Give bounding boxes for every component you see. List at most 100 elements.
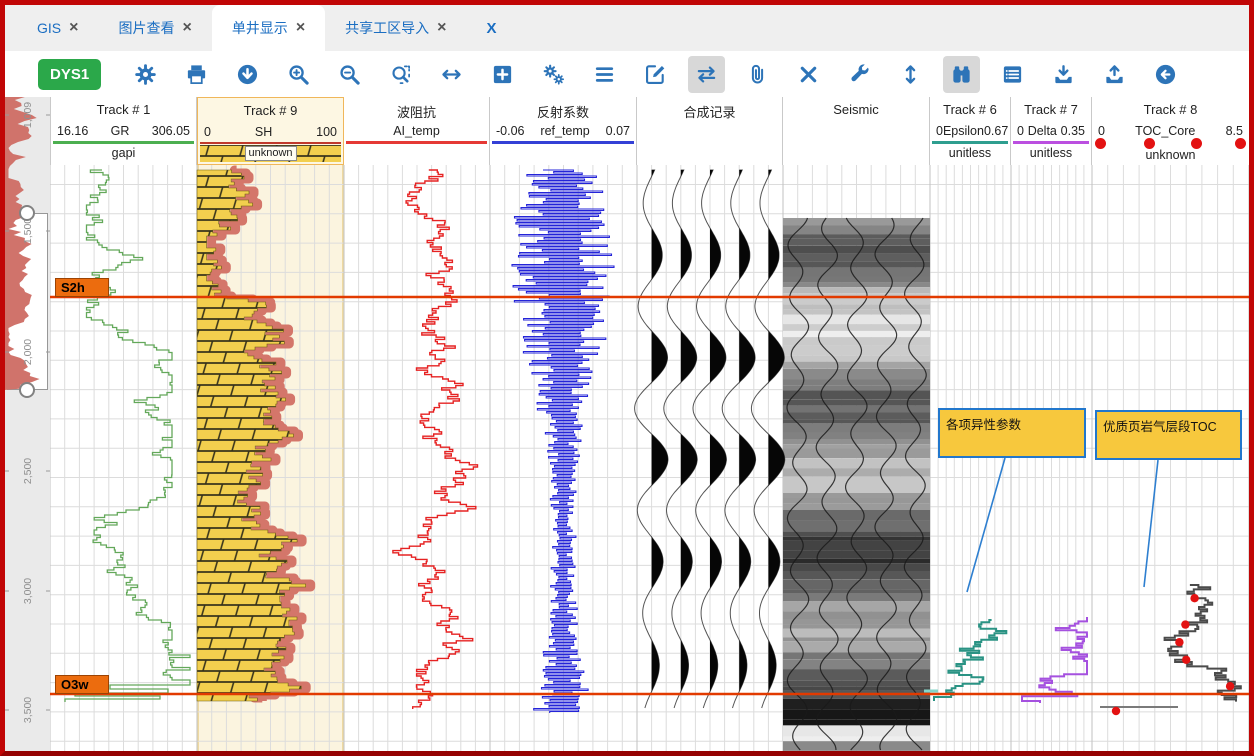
toc-core-point: [1112, 707, 1120, 715]
marker-dots: [1092, 140, 1249, 146]
lithology-label: unknown: [244, 146, 296, 161]
track-header-toc[interactable]: Track # 8 0TOC_Core8.5 unknown: [1092, 97, 1249, 165]
track-title: 反射系数: [490, 102, 636, 122]
track-title: Track # 8: [1092, 102, 1249, 122]
scale-min: 0: [204, 125, 211, 139]
menu-icon[interactable]: [586, 56, 623, 93]
tab-close-icon[interactable]: ×: [296, 20, 305, 36]
synthetic-trace-fill: [681, 170, 697, 708]
synthetic-trace-fill: [768, 170, 784, 708]
ref-curve: [512, 170, 614, 713]
toc-core-point: [1182, 656, 1190, 664]
binoculars-icon[interactable]: [943, 56, 980, 93]
depth-label: 2,000: [22, 332, 34, 372]
gears-icon[interactable]: [535, 56, 572, 93]
zoom-in-icon[interactable]: [280, 56, 317, 93]
unit-label: gapi: [51, 144, 196, 162]
depth-label: 3,000: [22, 571, 34, 611]
tab-close-icon[interactable]: ×: [182, 20, 191, 36]
well-selector-button[interactable]: DYS1: [38, 59, 101, 90]
track-header-ai[interactable]: 波阻抗 AI_temp: [344, 97, 490, 165]
tab-single-well-display[interactable]: 单井显示 ×: [212, 5, 325, 51]
depth-scrollbar-column[interactable]: 1,009 1,500 2,000 2,500 3,000 3,500: [5, 97, 50, 751]
track-header-gr[interactable]: Track # 1 16.16 GR 306.05 gapi: [50, 97, 197, 165]
track-title: Track # 1: [51, 102, 196, 122]
scale-max: 100: [316, 125, 337, 139]
depth-overview-curve: [5, 97, 50, 751]
paperclip-icon[interactable]: [739, 56, 776, 93]
arrows-horizontal-icon[interactable]: [433, 56, 470, 93]
tab-image-viewer[interactable]: 图片查看 ×: [98, 5, 211, 51]
swap-arrows-icon[interactable]: [688, 56, 725, 93]
track-title: 波阻抗: [344, 102, 489, 122]
track-header-ref[interactable]: 反射系数 -0.06ref_temp0.07: [490, 97, 637, 165]
horizon-label-o3w: O3w: [55, 675, 109, 694]
close-x-icon[interactable]: [790, 56, 827, 93]
synthetic-trace-fill: [710, 170, 726, 708]
scale-min: 0: [936, 124, 943, 138]
tab-shared-workspace-import[interactable]: 共享工区导入×: [325, 5, 466, 51]
annotation-leader: [1144, 460, 1158, 587]
scale-min: 16.16: [57, 124, 88, 138]
unit-label: [490, 144, 636, 162]
track-title: Track # 9: [198, 103, 343, 123]
curve-name: Epsilon: [943, 124, 984, 138]
log-curves-svg: [50, 165, 1249, 751]
circle-down-icon[interactable]: [229, 56, 266, 93]
unit-label: unitless: [930, 144, 1010, 162]
curve-name: GR: [111, 124, 130, 138]
gear-icon[interactable]: [127, 56, 164, 93]
scale-min: -0.06: [496, 124, 525, 138]
track-title: Track # 6: [930, 102, 1010, 122]
tab-label: 单井显示: [232, 18, 288, 38]
track-header-sh[interactable]: Track # 9 0SH100 unknown: [197, 97, 344, 165]
tab-label: 图片查看: [118, 18, 174, 38]
synthetic-trace-fill: [739, 170, 755, 708]
log-display-content: 1,009 1,500 2,000 2,500 3,000 3,500 Trac…: [5, 97, 1249, 751]
download-tray-icon[interactable]: [1045, 56, 1082, 93]
tab-gis[interactable]: GIS ×: [17, 5, 98, 51]
wrench-icon[interactable]: [841, 56, 878, 93]
tab-bar: GIS × 图片查看 × 单井显示 × 共享工区导入× X: [5, 5, 1249, 51]
scroll-handle-bottom[interactable]: [19, 382, 35, 398]
scroll-handle-top[interactable]: [19, 205, 35, 221]
zoom-area-icon[interactable]: [382, 56, 419, 93]
back-circle-icon[interactable]: [1147, 56, 1184, 93]
delta-curve: [1022, 617, 1087, 703]
annotation-anisotropy[interactable]: 各项异性参数: [938, 408, 1086, 458]
scale-min: 0: [1098, 124, 1105, 138]
scale-max: 0.35: [1061, 124, 1085, 138]
annotation-toc[interactable]: 优质页岩气层段TOC: [1095, 410, 1242, 460]
synthetic-trace-fill: [652, 170, 668, 708]
horizon-label-s2h: S2h: [55, 278, 109, 297]
tab-close-icon[interactable]: ×: [69, 20, 78, 36]
upload-tray-icon[interactable]: [1096, 56, 1133, 93]
track-header-delta[interactable]: Track # 7 0Delta0.35 unitless: [1011, 97, 1092, 165]
track-title: 合成记录: [637, 102, 782, 122]
plus-square-icon[interactable]: [484, 56, 521, 93]
track-header-epsilon[interactable]: Track # 6 0Epsilon0.67 unitless: [930, 97, 1011, 165]
scale-max: 8.5: [1226, 124, 1243, 138]
tab-close-icon[interactable]: ×: [437, 20, 446, 36]
track-header-seismic[interactable]: Seismic: [783, 97, 930, 165]
scale-max: 306.05: [152, 124, 190, 138]
depth-label: 1,009: [22, 95, 34, 135]
curve-color-line: [200, 142, 341, 144]
list-table-icon[interactable]: [994, 56, 1031, 93]
printer-icon[interactable]: [178, 56, 215, 93]
log-plot-area[interactable]: S2h O3w 各项异性参数 优质页岩气层段TOC: [50, 165, 1249, 751]
tab-label: GIS: [37, 20, 61, 36]
unit-label: unknown: [1092, 146, 1249, 164]
ai-curve: [393, 170, 478, 709]
toc-core-point: [1190, 594, 1198, 602]
tab-x[interactable]: X: [467, 5, 517, 51]
well-log-application-window: GIS × 图片查看 × 单井显示 × 共享工区导入× X DYS1: [0, 0, 1254, 756]
curve-name: Delta: [1028, 124, 1057, 138]
zoom-out-icon[interactable]: [331, 56, 368, 93]
depth-label: 2,500: [22, 451, 34, 491]
track-header-synthetic[interactable]: 合成记录: [637, 97, 783, 165]
arrows-vertical-icon[interactable]: [892, 56, 929, 93]
scale-max: 0.07: [606, 124, 630, 138]
toc-core-point: [1226, 682, 1234, 690]
edit-icon[interactable]: [637, 56, 674, 93]
